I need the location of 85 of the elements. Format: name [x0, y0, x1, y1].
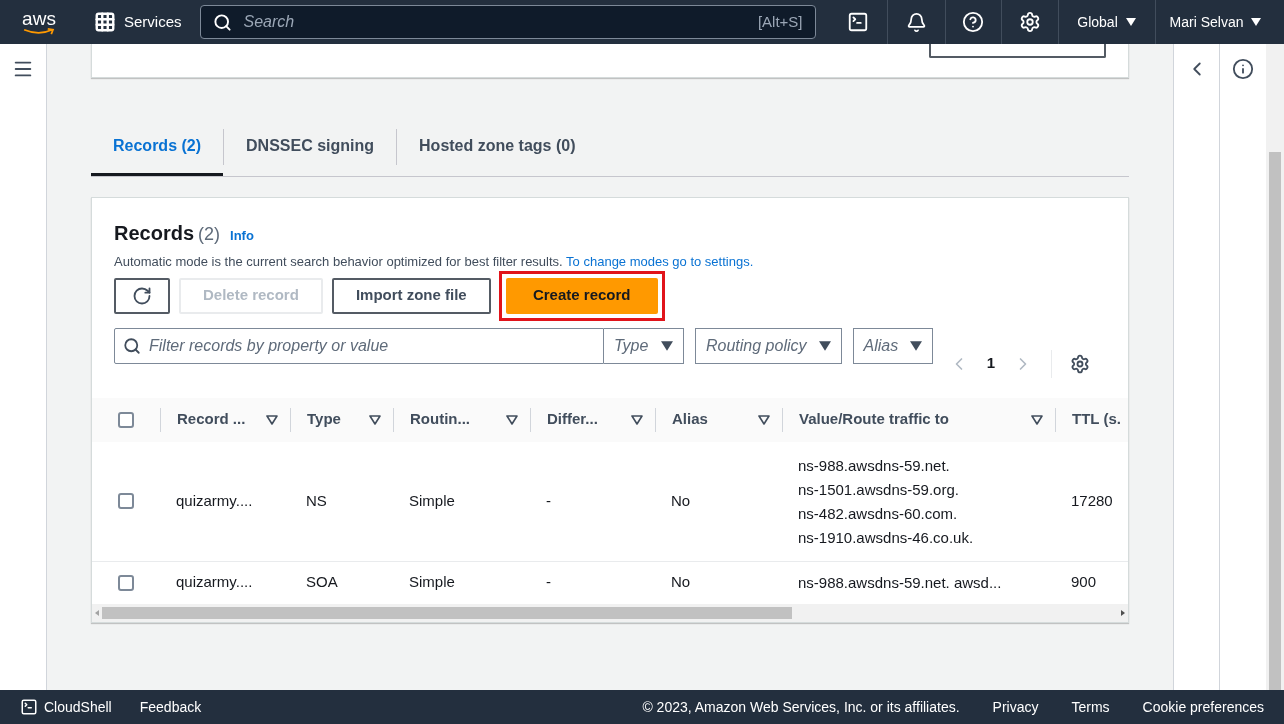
- user-menu[interactable]: Mari Selvan: [1155, 0, 1276, 44]
- copyright-text: © 2023, Amazon Web Services, Inc. or its affiliates.: [642, 697, 960, 717]
- caret-icon: [1125, 18, 1136, 26]
- grid-icon: [94, 11, 116, 33]
- tab[interactable]: DNSSEC signing: [224, 118, 397, 176]
- cloudshell-button[interactable]: CloudShell: [20, 696, 112, 718]
- search-input[interactable]: Search: [243, 10, 746, 34]
- table-cell: 900: [1071, 573, 1097, 591]
- vertical-scrollbar[interactable]: [1266, 44, 1284, 690]
- aws-logo[interactable]: aws: [22, 9, 56, 28]
- scrollbar-thumb[interactable]: [102, 606, 792, 619]
- table-cell: No: [671, 573, 691, 591]
- checkbox[interactable]: [118, 493, 134, 509]
- column-header[interactable]: Type: [307, 408, 369, 431]
- table-cell: No: [671, 491, 691, 509]
- filter-dropdown[interactable]: Alias: [852, 327, 934, 364]
- sort-icon: [631, 414, 643, 425]
- refresh-icon: [132, 285, 152, 306]
- feedback-link[interactable]: Feedback: [139, 696, 202, 718]
- info-link[interactable]: Info: [230, 226, 254, 246]
- footer-link[interactable]: Privacy: [992, 696, 1039, 718]
- search-icon: [123, 336, 141, 355]
- type-dropdown[interactable]: Type: [604, 327, 684, 364]
- footer-link[interactable]: Terms: [1071, 696, 1110, 718]
- terminal-icon: [20, 698, 38, 716]
- sort-icon: [506, 414, 518, 425]
- settings-icon[interactable]: [1070, 353, 1090, 374]
- terminal-icon: [847, 11, 870, 33]
- table-cell-text: ns-1501.awsdns-59.org.: [798, 479, 960, 499]
- table-cell-text: ns-482.awsdns-60.com.: [798, 503, 959, 523]
- scroll-right-icon[interactable]: [1120, 609, 1126, 616]
- help-icon: [962, 11, 985, 33]
- table-cell: SOA: [306, 573, 338, 591]
- caret-icon: [818, 340, 831, 351]
- filter-dropdown[interactable]: Routing policy: [695, 327, 842, 364]
- checkbox[interactable]: [118, 574, 134, 591]
- column-header[interactable]: Differ...: [547, 408, 631, 431]
- filter-field[interactable]: Filter records by property or value: [114, 327, 604, 364]
- table-cell-text: ns-988.awsdns-59.net. awsd...: [798, 573, 1003, 592]
- sort-icon: [266, 414, 278, 425]
- horizontal-scrollbar[interactable]: [92, 603, 1128, 622]
- smile-arrow-icon: [22, 27, 56, 35]
- bell-icon: [905, 11, 927, 33]
- action-button[interactable]: Import zone file: [331, 277, 491, 314]
- filter-input[interactable]: Filter records by property or value: [149, 333, 595, 358]
- column-header[interactable]: TTL (s.: [1072, 408, 1128, 431]
- info-icon[interactable]: [1232, 58, 1254, 80]
- table-cell: Simple: [409, 573, 455, 591]
- column-header[interactable]: Alias: [672, 408, 758, 431]
- search-field[interactable]: Search [Alt+S]: [199, 5, 816, 39]
- table-cell: -: [546, 573, 551, 591]
- sort-icon: [1031, 414, 1043, 425]
- search-mode-description: Automatic mode is the current search behavior optimized for best filter results. To change modes go to settings.: [114, 253, 755, 271]
- primary-button[interactable]: Create record: [505, 277, 658, 314]
- tab[interactable]: Records (2): [91, 118, 224, 176]
- table-cell: 17280: [1071, 491, 1113, 509]
- checkbox[interactable]: [118, 411, 134, 428]
- search-icon: [212, 12, 232, 32]
- table-cell-text: ns-1910.awsdns-46.co.uk.: [798, 527, 975, 547]
- table-cell: -: [546, 491, 551, 509]
- table-cell-text: ns-988.awsdns-59.net.: [798, 455, 951, 475]
- settings-link[interactable]: To change modes go to settings.: [566, 254, 754, 269]
- sort-icon: [758, 414, 770, 425]
- column-header[interactable]: Routin...: [410, 408, 506, 431]
- table-cell: quizarmy....: [176, 573, 253, 591]
- edit-button[interactable]: [929, 44, 1106, 58]
- table-cell: Simple: [409, 491, 455, 509]
- table-cell: NS: [306, 491, 327, 509]
- caret-icon: [661, 340, 673, 351]
- tab[interactable]: Hosted zone tags (0): [397, 118, 598, 176]
- services-menu[interactable]: Services: [78, 0, 200, 44]
- record-count: (2): [198, 223, 221, 246]
- caret-icon: [910, 340, 923, 351]
- settings-icon: [1018, 11, 1041, 33]
- column-header[interactable]: Value/Route traffic to: [799, 408, 1031, 431]
- section-title: Records: [114, 221, 195, 246]
- column-header[interactable]: Record ...: [177, 408, 266, 431]
- footer-link[interactable]: Cookie preferences: [1142, 696, 1264, 718]
- caret-icon: [1251, 18, 1262, 26]
- sort-icon: [369, 414, 381, 425]
- page-number[interactable]: 1: [986, 352, 995, 375]
- refresh-button[interactable]: [114, 277, 170, 314]
- scrollbar-thumb[interactable]: [1269, 152, 1281, 690]
- table-cell: quizarmy....: [176, 491, 253, 509]
- shortcut-hint: [Alt+S]: [757, 11, 803, 32]
